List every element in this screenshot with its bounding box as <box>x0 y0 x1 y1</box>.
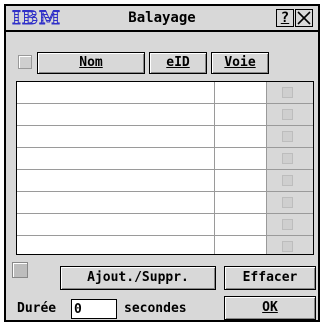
add-remove-button-label: Ajout./Suppr. <box>87 270 189 285</box>
column-header-eid[interactable]: eID <box>149 52 207 74</box>
list-item-eid <box>215 192 267 213</box>
dialog-title: Balayage <box>128 10 196 26</box>
list-item-check-cell <box>267 214 313 235</box>
column-header-eid-label: eID <box>166 55 190 70</box>
list-item[interactable] <box>17 236 313 254</box>
list-item-eid <box>215 236 267 254</box>
list-item[interactable] <box>17 170 313 192</box>
list-item[interactable] <box>17 82 313 104</box>
duration-input[interactable] <box>71 299 117 319</box>
list-item-name <box>17 82 215 103</box>
list-item-check-cell <box>267 82 313 103</box>
list-item-checkbox[interactable] <box>282 131 293 142</box>
scan-enable-checkbox[interactable] <box>12 262 28 278</box>
list-item-eid <box>215 126 267 147</box>
list-item-checkbox[interactable] <box>282 219 293 230</box>
title-bar: IBM Balayage ? <box>6 6 318 32</box>
list-item-name <box>17 126 215 147</box>
list-item-eid <box>215 214 267 235</box>
close-icon <box>297 11 311 25</box>
list-item[interactable] <box>17 192 313 214</box>
duration-unit-label: secondes <box>124 301 187 316</box>
list-item[interactable] <box>17 214 313 236</box>
list-item-check-cell <box>267 236 313 254</box>
column-header-name-label: Nom <box>79 55 103 70</box>
help-button[interactable]: ? <box>276 9 294 27</box>
list-item-eid <box>215 170 267 191</box>
list-item-checkbox[interactable] <box>282 197 293 208</box>
list-item-eid <box>215 104 267 125</box>
ok-button-label: OK <box>262 300 278 315</box>
list-item-check-cell <box>267 126 313 147</box>
list-item[interactable] <box>17 148 313 170</box>
close-button[interactable] <box>295 9 313 27</box>
ok-button[interactable]: OK <box>224 296 316 320</box>
list-item-name <box>17 192 215 213</box>
list-item-eid <box>215 148 267 169</box>
duration-label: Durée <box>17 301 57 316</box>
list-item-name <box>17 236 215 254</box>
list-item-name <box>17 148 215 169</box>
column-header-name[interactable]: Nom <box>37 52 145 74</box>
list-item-check-cell <box>267 104 313 125</box>
list-item-checkbox[interactable] <box>282 109 293 120</box>
clear-button-label: Effacer <box>242 270 298 285</box>
list-item-checkbox[interactable] <box>282 241 293 252</box>
list-item-checkbox[interactable] <box>282 87 293 98</box>
list-item-check-cell <box>267 148 313 169</box>
list-item[interactable] <box>17 104 313 126</box>
list-item-eid <box>215 82 267 103</box>
scan-list[interactable] <box>16 81 314 255</box>
list-item-name <box>17 104 215 125</box>
column-header-port-label: Voie <box>224 55 256 70</box>
list-item-check-cell <box>267 170 313 191</box>
list-item-check-cell <box>267 192 313 213</box>
list-item-name <box>17 214 215 235</box>
list-item[interactable] <box>17 126 313 148</box>
add-remove-button[interactable]: Ajout./Suppr. <box>60 266 216 290</box>
list-item-checkbox[interactable] <box>282 175 293 186</box>
list-item-name <box>17 170 215 191</box>
list-item-checkbox[interactable] <box>282 153 293 164</box>
clear-button[interactable]: Effacer <box>224 266 316 290</box>
select-all-checkbox[interactable] <box>18 55 32 69</box>
column-header-port[interactable]: Voie <box>211 52 269 74</box>
